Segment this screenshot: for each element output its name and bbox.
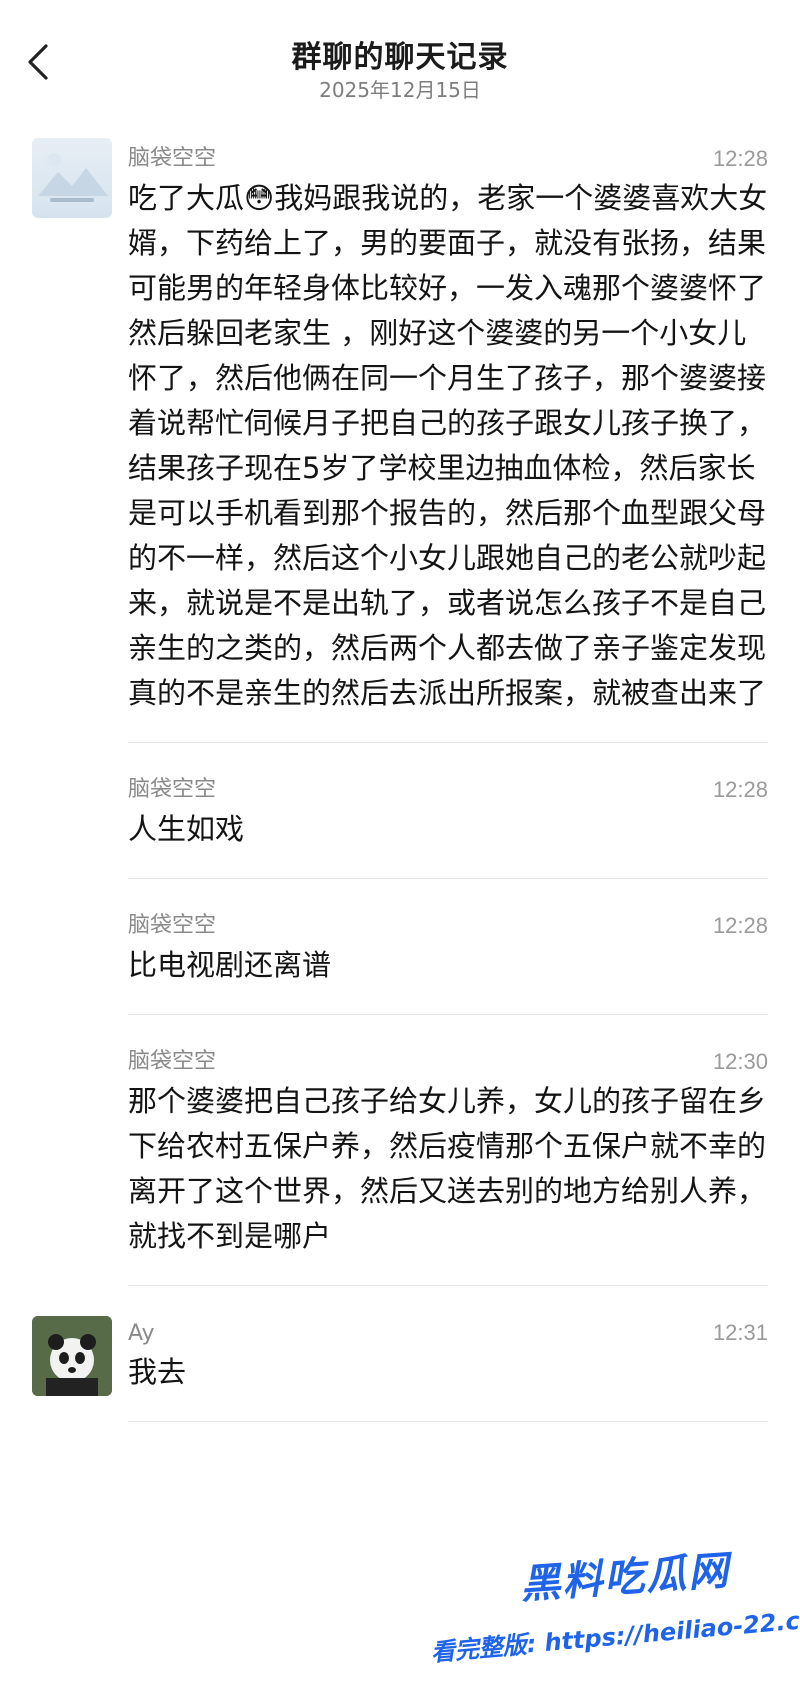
message-text: 人生如戏 — [128, 812, 245, 846]
message-text: 吃了大瓜😳我妈跟我说的，老家一个婆婆喜欢大女婿，下药给上了，男的要面子，就没有张… — [128, 181, 768, 710]
message-time: 12:28 — [712, 777, 768, 802]
divider — [128, 1421, 768, 1422]
message-text: 比电视剧还离谱 — [128, 948, 332, 982]
sender-name: 脑袋空空 — [128, 1049, 217, 1074]
message-item: 脑袋空空 12:30 那个婆婆把自己孩子给女儿养，女儿的孩子留在乡下给农村五保户… — [0, 1015, 800, 1285]
sender-name: Ay — [128, 1321, 155, 1346]
message-time: 12:28 — [712, 913, 768, 938]
avatar[interactable] — [32, 138, 112, 218]
header: 群聊的聊天记录 2025年12月15日 — [0, 0, 800, 132]
panda-avatar — [32, 1316, 112, 1396]
sender-name: 脑袋空空 — [128, 777, 217, 802]
message-item: Ay 12:31 我去 — [0, 1286, 800, 1421]
message-item: 脑袋空空 12:28 比电视剧还离谱 — [0, 879, 800, 1014]
avatar[interactable] — [32, 1316, 112, 1396]
message-text: 那个婆婆把自己孩子给女儿养，女儿的孩子留在乡下给农村五保户养，然后疫情那个五保户… — [128, 1084, 767, 1253]
message-header: 脑袋空空 12:28 — [128, 769, 768, 803]
message-header: 脑袋空空 12:30 — [128, 1041, 768, 1075]
message-time: 12:30 — [712, 1049, 768, 1074]
message-header: Ay 12:31 — [128, 1312, 768, 1346]
message-item: 脑袋空空 12:28 吃了大瓜😳我妈跟我说的，老家一个婆婆喜欢大女婿，下药给上了… — [0, 132, 800, 742]
chat-history-screen: 群聊的聊天记录 2025年12月15日 脑袋空空 12:28 吃了大瓜😳我妈跟我… — [0, 0, 800, 1695]
page-date: 2025年12月15日 — [319, 78, 481, 102]
watermark-title: 黑料吃瓜网 — [518, 1547, 732, 1609]
message-list: 脑袋空空 12:28 吃了大瓜😳我妈跟我说的，老家一个婆婆喜欢大女婿，下药给上了… — [0, 132, 800, 1422]
page-title: 群聊的聊天记录 — [291, 40, 509, 75]
message-header: 脑袋空空 12:28 — [128, 905, 768, 939]
message-item: 脑袋空空 12:28 人生如戏 — [0, 743, 800, 878]
message-header: 脑袋空空 12:28 — [128, 138, 768, 172]
sender-name: 脑袋空空 — [128, 913, 217, 938]
placeholder-image-icon — [38, 153, 108, 202]
message-time: 12:28 — [712, 146, 768, 171]
message-time: 12:31 — [712, 1320, 768, 1345]
message-text: 我去 — [128, 1355, 187, 1389]
sender-name: 脑袋空空 — [128, 146, 217, 171]
watermark-url: 看完整版: https://heiliao-22.com — [429, 1603, 800, 1667]
